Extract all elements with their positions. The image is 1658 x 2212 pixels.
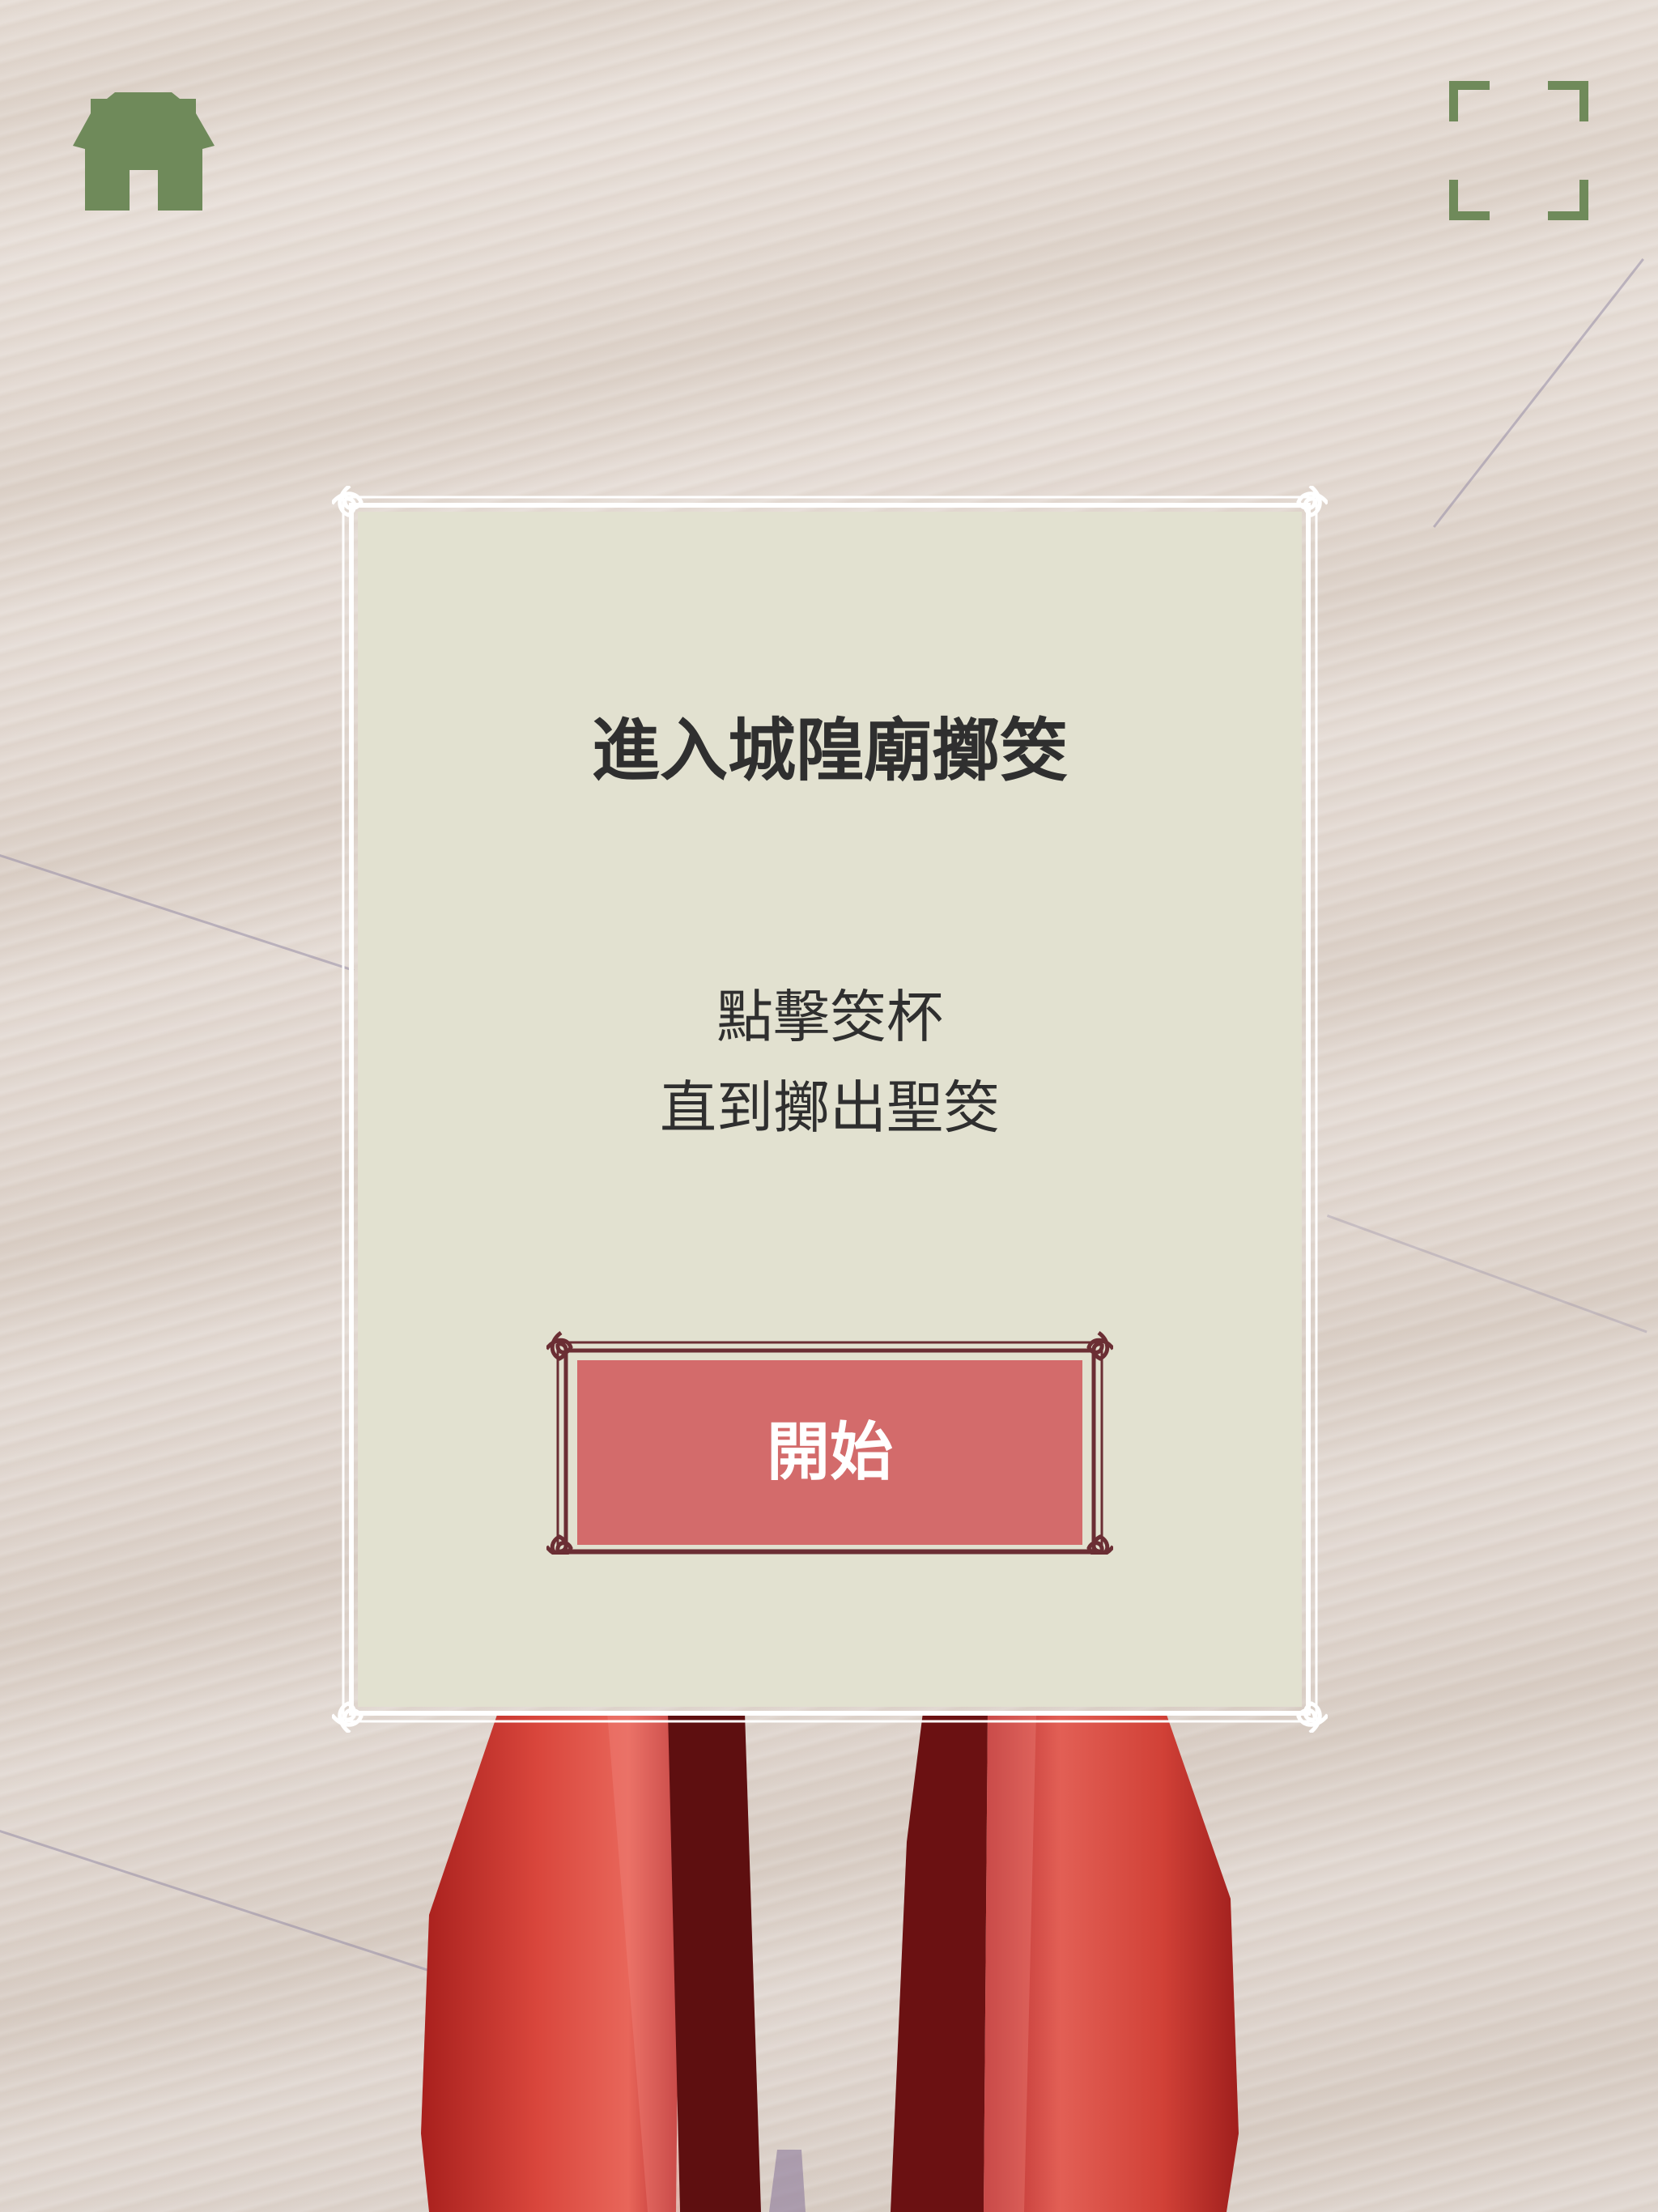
instruction-line-2: 直到擲出聖筊: [660, 1074, 1000, 1141]
floor-seam: [1433, 258, 1644, 528]
floor-seam: [0, 854, 355, 972]
instruction-line-1: 點擊筊杯: [716, 984, 943, 1050]
start-button[interactable]: 開始: [546, 1312, 1113, 1555]
instruction-text: 點擊筊杯 直到擲出聖筊: [358, 972, 1302, 1153]
fullscreen-icon: [1447, 79, 1591, 223]
moon-blocks[interactable]: [421, 1712, 1239, 2212]
start-button-label: 開始: [766, 1415, 893, 1489]
dialog-title: 進入城隍廟擲筊: [591, 710, 1068, 790]
fullscreen-button[interactable]: [1447, 79, 1591, 223]
floor-seam: [0, 1830, 432, 1972]
home-button[interactable]: [73, 89, 215, 211]
floor-seam: [1326, 1214, 1647, 1334]
instruction-dialog: 進入城隍廟擲筊 點擊筊杯 直到擲出聖筊 開始: [332, 486, 1328, 1733]
home-icon: [73, 92, 215, 211]
